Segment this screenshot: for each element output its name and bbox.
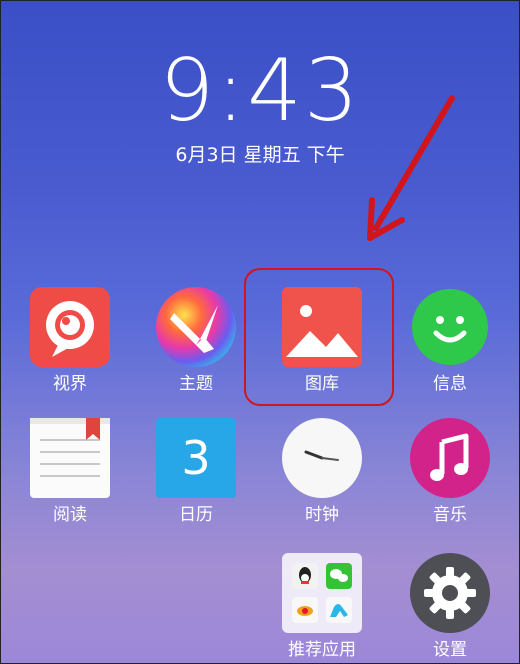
music-icon xyxy=(410,418,490,498)
app-recommended-folder[interactable]: 推荐应用 xyxy=(262,553,382,661)
app-label: 日历 xyxy=(179,505,213,525)
annotation-arrow xyxy=(367,95,455,241)
app-label: 阅读 xyxy=(53,505,87,525)
app-reader[interactable]: 阅读 xyxy=(10,418,130,526)
app-theme[interactable]: 主题 xyxy=(136,287,256,395)
calendar-icon: 3 xyxy=(156,418,236,498)
recommended-apps-folder-icon xyxy=(282,553,362,633)
app-shijie[interactable]: 视界 xyxy=(10,287,130,395)
app-settings[interactable]: 设置 xyxy=(390,553,510,661)
app-calendar[interactable]: 3 日历 xyxy=(136,418,256,526)
app-label: 信息 xyxy=(433,374,467,394)
app-music[interactable]: 音乐 xyxy=(390,418,510,526)
app-label: 主题 xyxy=(179,374,213,394)
app-label: 视界 xyxy=(53,374,87,394)
app-label: 推荐应用 xyxy=(288,640,356,660)
app-messages[interactable]: 信息 xyxy=(390,287,510,395)
app-clock[interactable]: 时钟 xyxy=(262,418,382,526)
app-label: 音乐 xyxy=(433,505,467,525)
settings-icon xyxy=(410,553,490,633)
app-label: 设置 xyxy=(433,640,467,660)
annotation-highlight-box xyxy=(244,268,394,406)
clock-icon xyxy=(282,418,362,498)
reader-icon xyxy=(30,418,110,498)
messages-icon xyxy=(410,287,490,367)
app-label: 时钟 xyxy=(305,505,339,525)
theme-icon xyxy=(156,287,236,367)
calendar-day: 3 xyxy=(181,431,210,485)
shijie-icon xyxy=(30,287,110,367)
